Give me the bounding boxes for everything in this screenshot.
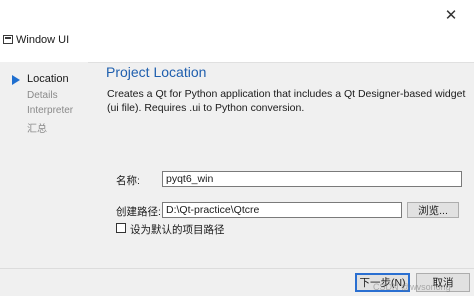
path-label: 创建路径: [116, 206, 161, 218]
sidebar-item-summary[interactable]: 汇总 [27, 120, 47, 135]
default-path-label: 设为默认的项目路径 [130, 224, 225, 236]
sidebar-item-details[interactable]: Details [27, 90, 58, 101]
watermark: CSDN @wvsonong [373, 282, 451, 292]
page-title: Project Location [106, 64, 207, 80]
project-name-input[interactable]: pyqt6_win [162, 171, 462, 187]
default-path-checkbox[interactable] [116, 223, 126, 233]
name-label: 名称: [116, 175, 140, 187]
browse-button[interactable]: 浏览... [407, 202, 459, 218]
sidebar-item-location[interactable]: Location [27, 73, 69, 85]
close-button[interactable]: ✕ [428, 0, 474, 30]
footer-separator [0, 268, 474, 269]
page-description: Creates a Qt for Python application that… [107, 88, 466, 114]
close-icon: ✕ [444, 6, 458, 24]
window-title: Window UI [16, 34, 70, 46]
current-step-arrow-icon [12, 75, 20, 85]
title-bar: Window UI ✕ [0, 0, 474, 63]
window-app-icon [3, 35, 13, 44]
wizard-sidebar: Location Details Interpreter 汇总 [0, 62, 88, 296]
project-path-input[interactable]: D:\Qt-practice\Qtcre [162, 202, 402, 218]
sidebar-item-interpreter[interactable]: Interpreter [27, 105, 73, 116]
